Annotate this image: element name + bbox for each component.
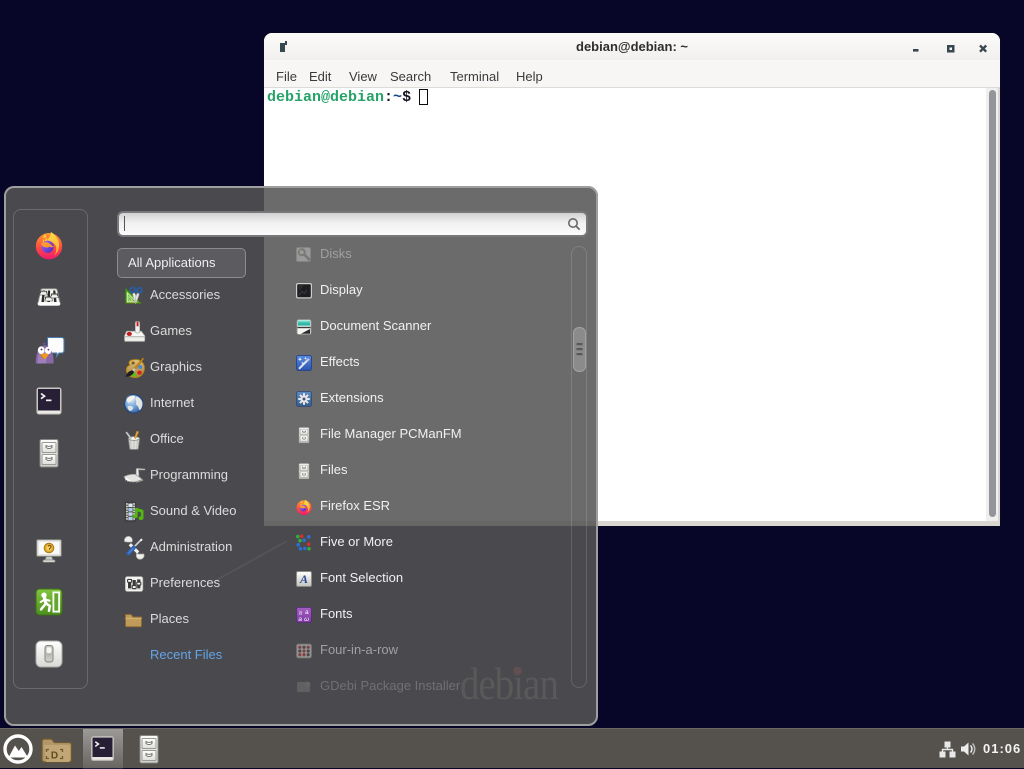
svg-text:D: D	[51, 751, 58, 762]
svg-text:ω: ω	[304, 615, 309, 623]
svg-text:A: A	[299, 572, 308, 586]
svg-text:a: a	[298, 616, 302, 623]
